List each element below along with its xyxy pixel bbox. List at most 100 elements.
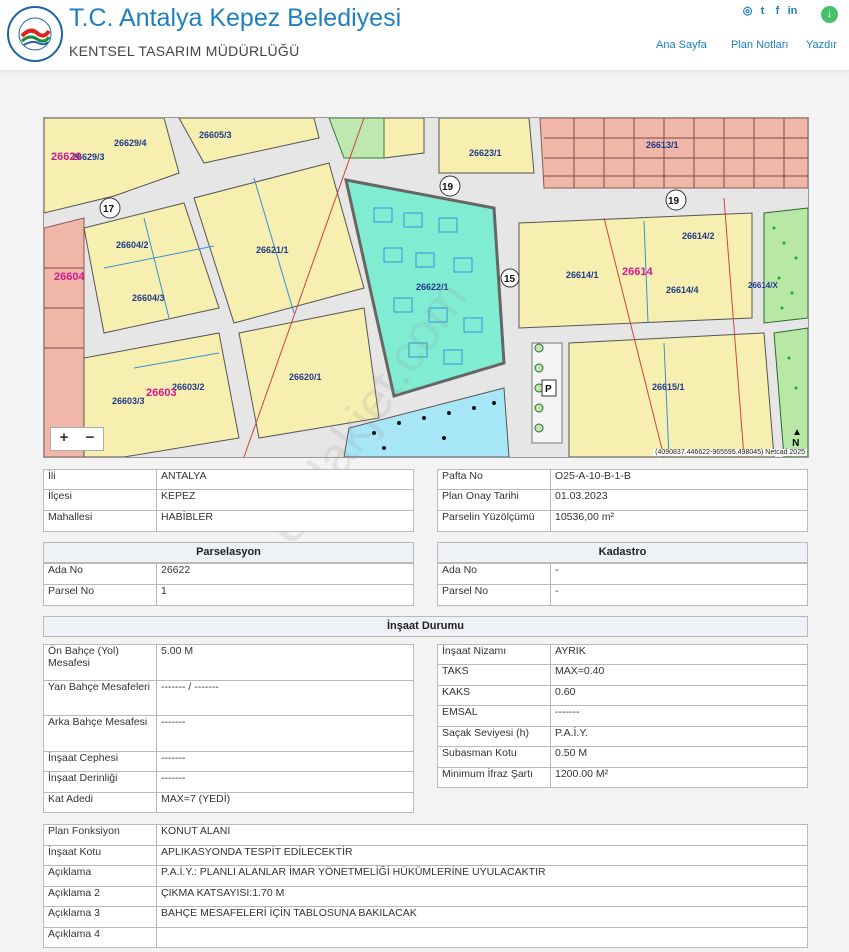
- field-label: Arka Bahçe Mesafesi: [43, 715, 157, 752]
- field-label: Kat Adedi: [43, 792, 157, 813]
- plan-table: Plan Fonksiyon KONUT ALANI İnşaat Kotu APL…: [43, 824, 808, 948]
- instagram-icon[interactable]: ◎: [740, 4, 755, 17]
- table-row: Ön Bahçe (Yol) Mesafesi 5.00 M: [43, 644, 414, 681]
- zoning-map[interactable]: 26629/4 26605/3 26629/3 26623/1 26613/1 …: [43, 117, 809, 458]
- table-row: Açıklama 2 ÇIKMA KATSAYISI:1.70 M: [43, 886, 808, 907]
- table-row: Pafta No O25-A-10-B-1-B: [437, 469, 808, 490]
- field-value: 0.60: [550, 685, 808, 706]
- table-row: Parselin Yüzölçümü 10536,00 m²: [437, 510, 808, 532]
- table-row: İnşaat Derinliği -------: [43, 771, 414, 793]
- field-label: Açıklama 3: [43, 906, 157, 928]
- field-value: KEPEZ: [156, 489, 414, 511]
- parcel-label: 26615/1: [652, 382, 685, 392]
- field-label: Açıklama: [43, 865, 157, 887]
- field-value: P.A.İ.Y.: [550, 726, 808, 747]
- parcel-label: 26603/3: [112, 396, 145, 406]
- field-value: ------- / -------: [156, 680, 414, 716]
- table-row: Parsel No 1: [43, 584, 414, 606]
- parcel-label: 26629/4: [114, 138, 147, 148]
- field-label: Yan Bahçe Mesafeleri: [43, 680, 157, 716]
- block-label: 26620: [51, 151, 82, 163]
- road-width-label: 17: [103, 204, 115, 215]
- field-label: Plan Onay Tarihi: [437, 489, 551, 511]
- north-label: N: [792, 438, 800, 449]
- field-value: ANTALYA: [156, 469, 414, 490]
- field-value: -: [550, 563, 808, 585]
- kepez-logo[interactable]: [6, 5, 64, 63]
- table-row: Mahallesi HABİBLER: [43, 510, 414, 532]
- parcel-label: 26604/3: [132, 293, 165, 303]
- download-icon[interactable]: ↓: [821, 6, 838, 23]
- field-value: 10536,00 m²: [550, 510, 808, 532]
- table-row: Plan Fonksiyon KONUT ALANI: [43, 824, 808, 846]
- field-value: [156, 927, 808, 948]
- field-label: Subasman Kotu: [437, 746, 551, 768]
- nav-plan-notlari[interactable]: Plan Notları: [731, 39, 788, 51]
- field-label: Ön Bahçe (Yol) Mesafesi: [43, 644, 157, 681]
- field-label: Plan Fonksiyon: [43, 824, 157, 846]
- field-value: -------: [550, 705, 808, 727]
- field-label: İli: [43, 469, 157, 490]
- road-width-label: 15: [504, 274, 516, 285]
- field-label: İnşaat Nizamı: [437, 644, 551, 665]
- block-label: 26614: [622, 266, 653, 278]
- parcel-label: 26621/1: [256, 245, 289, 255]
- table-row: Minimum İfraz Şartı 1200.00 M²: [437, 767, 808, 788]
- table-row: Kat Adedi MAX=7 (YEDİ): [43, 792, 414, 813]
- field-value: 01.03.2023: [550, 489, 808, 511]
- field-value: 26622: [156, 563, 414, 585]
- table-row: Arka Bahçe Mesafesi -------: [43, 715, 414, 752]
- table-row: Subasman Kotu 0.50 M: [437, 746, 808, 768]
- parcel-label: 26614/2: [682, 231, 715, 241]
- table-row: Ada No -: [437, 563, 808, 585]
- table-row: TAKS MAX=0.40: [437, 664, 808, 686]
- header: T.C. Antalya Kepez Belediyesi KENTSEL TA…: [0, 0, 849, 71]
- zoom-out-button[interactable]: −: [77, 428, 103, 450]
- field-value: -------: [156, 771, 414, 793]
- road-width-label: 19: [442, 182, 454, 193]
- field-value: 5.00 M: [156, 644, 414, 681]
- field-label: Parsel No: [43, 584, 157, 606]
- zoom-in-button[interactable]: +: [51, 428, 77, 450]
- field-label: Parsel No: [437, 584, 551, 606]
- parselasyon-header: Parselasyon: [43, 542, 414, 563]
- field-label: Ada No: [43, 563, 157, 585]
- social-links: ◎ t f in: [740, 4, 800, 17]
- kadastro-table: Ada No - Parsel No -: [437, 563, 808, 606]
- field-label: Açıklama 2: [43, 886, 157, 907]
- table-row: İnşaat Cephesi -------: [43, 751, 414, 772]
- field-label: TAKS: [437, 664, 551, 686]
- block-label: 26604: [54, 271, 85, 283]
- table-row: Açıklama P.A.İ.Y.: PLANLI ALANLAR İMAR YÖ…: [43, 865, 808, 887]
- location-table-left: İli ANTALYA İlçesi KEPEZ Mahallesi HABİBLER: [43, 469, 414, 532]
- table-row: Açıklama 3 BAHÇE MESAFELERİ İÇİN TABLOSUN…: [43, 906, 808, 928]
- insaat-table-right: İnşaat Nizamı AYRIK TAKS MAX=0.40 KAKS 0.60…: [437, 644, 808, 788]
- parcel-label: 26603/2: [172, 382, 205, 392]
- site-subtitle: KENTSEL TASARIM MÜDÜRLÜĞÜ: [69, 43, 300, 59]
- table-row: İli ANTALYA: [43, 469, 414, 490]
- nav-ana-sayfa[interactable]: Ana Sayfa: [656, 39, 707, 51]
- nav-yazdir[interactable]: Yazdır: [806, 39, 837, 51]
- twitter-icon[interactable]: t: [755, 5, 770, 17]
- block-label: 26603: [146, 387, 177, 399]
- field-label: Pafta No: [437, 469, 551, 490]
- field-label: Mahallesi: [43, 510, 157, 532]
- field-label: İlçesi: [43, 489, 157, 511]
- field-value: ÇIKMA KATSAYISI:1.70 M: [156, 886, 808, 907]
- field-label: Saçak Seviyesi (h): [437, 726, 551, 747]
- field-value: MAX=0.40: [550, 664, 808, 686]
- site-title[interactable]: T.C. Antalya Kepez Belediyesi: [69, 4, 401, 33]
- zoom-control: + −: [50, 427, 104, 451]
- facebook-icon[interactable]: f: [770, 5, 785, 17]
- parcel-label: 26620/1: [289, 372, 322, 382]
- field-value: AYRIK: [550, 644, 808, 665]
- map-canvas[interactable]: 26629/4 26605/3 26629/3 26623/1 26613/1 …: [44, 118, 808, 457]
- parcel-label: 26614/X: [748, 281, 778, 290]
- linkedin-icon[interactable]: in: [785, 5, 800, 17]
- parcel-label: 26614/4: [666, 285, 699, 295]
- table-row: İnşaat Kotu APLIKASYONDA TESPİT EDİLECEKT…: [43, 845, 808, 866]
- field-label: İnşaat Kotu: [43, 845, 157, 866]
- field-value: O25-A-10-B-1-B: [550, 469, 808, 490]
- parking-label: P: [545, 384, 552, 395]
- field-value: APLIKASYONDA TESPİT EDİLECEKTİR: [156, 845, 808, 866]
